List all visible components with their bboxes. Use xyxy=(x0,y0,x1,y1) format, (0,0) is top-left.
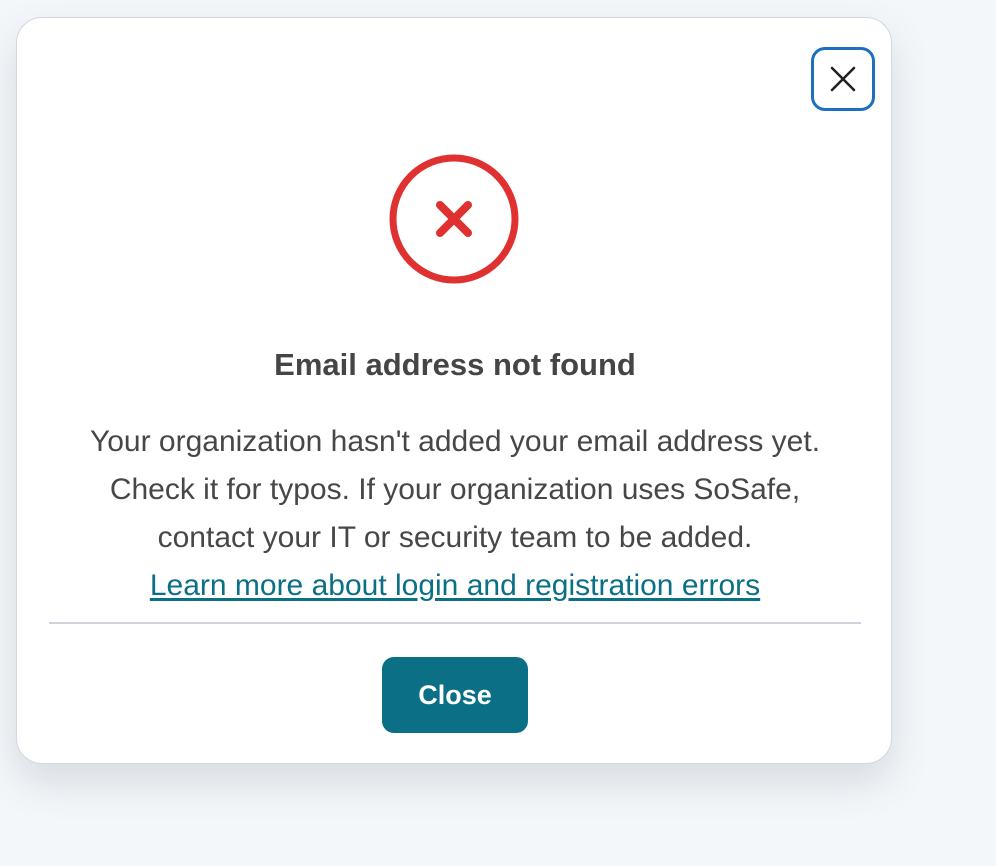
error-dialog: Email address not found Your organizatio… xyxy=(16,17,892,764)
dialog-message: Your organization hasn't added your emai… xyxy=(37,418,873,610)
dialog-title: Email address not found xyxy=(274,347,636,382)
message-line: contact your IT or security team to be a… xyxy=(157,521,753,554)
message-line: Check it for typos. If your organization… xyxy=(109,473,801,506)
divider xyxy=(49,622,861,624)
error-circle-icon xyxy=(388,153,520,285)
dialog-close-button[interactable] xyxy=(811,47,875,111)
message-line: Your organization hasn't added your emai… xyxy=(89,425,821,458)
close-icon xyxy=(829,65,857,93)
close-button[interactable]: Close xyxy=(382,657,528,733)
help-link[interactable]: Learn more about login and registration … xyxy=(150,569,760,602)
